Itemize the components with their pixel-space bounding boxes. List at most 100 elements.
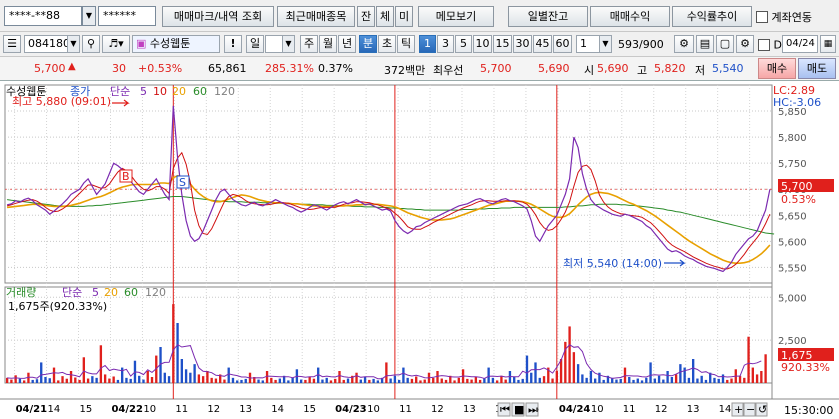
high-annotation: 최고 5,880 (09:01)	[12, 95, 111, 108]
date-input[interactable]: 04/24	[782, 35, 818, 53]
volume-bar	[628, 377, 631, 383]
period-second-button[interactable]: 초	[378, 35, 396, 53]
memo-view-button[interactable]: 메모보기	[418, 6, 494, 27]
volume-bar	[244, 378, 247, 383]
tools-icon[interactable]: ⚙	[674, 35, 694, 53]
account-dropdown-button[interactable]: ▼	[82, 6, 96, 26]
ma120-legend: 120	[214, 85, 235, 98]
time-tick-label: 13	[239, 404, 252, 415]
time-display: 15:30:00	[784, 404, 833, 417]
volume-bar	[730, 378, 733, 383]
stock-code-input[interactable]: 084180 ▼	[24, 35, 80, 53]
nav-first-icon: ⏮	[500, 403, 510, 416]
period-day-button[interactable]: 일	[246, 35, 264, 53]
plus-icon: +	[734, 403, 743, 416]
balance-tab[interactable]: 잔	[357, 6, 375, 27]
volume-bar	[743, 377, 746, 383]
volume-bar	[163, 372, 166, 383]
volume-tick-label: 2,500	[778, 336, 807, 347]
volume-legend-name: 거래량	[6, 286, 36, 299]
password-field[interactable]: ******	[98, 6, 156, 26]
volume-bar	[632, 379, 635, 383]
quote-bar: 5,700 ▲ 30 +0.53% 65,861 285.31% 0.37% 3…	[0, 57, 839, 81]
volume-bar	[423, 379, 426, 383]
gear-icon[interactable]: ⚙	[736, 35, 754, 53]
volume-bar	[495, 380, 499, 383]
volume-bar	[521, 378, 524, 383]
volume-bar	[48, 378, 51, 383]
interval-value-select[interactable]: 1 ▼	[576, 35, 612, 53]
search-icon[interactable]: ⚲	[82, 35, 100, 53]
period-week-button[interactable]: 주	[300, 35, 318, 53]
account-number-field[interactable]: ****-**88	[4, 6, 82, 26]
save-icon[interactable]: ▢	[716, 35, 734, 53]
daily-balance-button[interactable]: 일별잔고	[508, 6, 588, 27]
volume-bar	[653, 378, 656, 383]
interval-button-60[interactable]: 60	[553, 35, 572, 53]
volume-bar	[410, 378, 414, 383]
buy-button[interactable]: 매수	[758, 58, 796, 79]
volume-bar	[201, 376, 205, 383]
date-checkbox[interactable]: D	[758, 38, 782, 52]
period-month-button[interactable]: 월	[319, 35, 337, 53]
volume-bar	[359, 379, 362, 383]
open-price: 5,690	[597, 62, 629, 75]
alert-button[interactable]: !	[224, 35, 242, 53]
low-annotation: 최저 5,540 (14:00)	[563, 257, 662, 270]
chevron-down-icon[interactable]: ▼	[282, 36, 294, 52]
pending-tab[interactable]: 미	[395, 6, 413, 27]
volume-bar	[78, 379, 81, 383]
recent-trade-items-button[interactable]: 최근매매종목	[277, 6, 355, 27]
volume-bar	[593, 378, 597, 383]
chevron-down-icon[interactable]: ▼	[67, 36, 79, 52]
volume-bar	[312, 378, 316, 383]
volume-bar	[31, 379, 34, 383]
volume-bar	[69, 371, 73, 383]
stock-name-field[interactable]: ▣ 수성웹툰	[132, 35, 220, 53]
volume-ratio: 285.31%	[265, 62, 314, 75]
volume-bar	[184, 369, 188, 383]
trade-profit-button[interactable]: 매매수익	[590, 6, 670, 27]
price-chart-legend-matype: 단순	[110, 85, 130, 98]
layout-icon[interactable]: ▤	[696, 35, 714, 53]
trade-mark-history-button[interactable]: 매매마크/내역 조회	[162, 6, 274, 27]
return-trend-button[interactable]: 수익률추이	[672, 6, 752, 27]
interval-button-30[interactable]: 30	[513, 35, 532, 53]
time-tick-label: 11	[399, 404, 412, 415]
volume-bar	[530, 372, 533, 383]
calendar-icon[interactable]: ▦	[820, 35, 836, 53]
chart-menu-icon[interactable]: ☰	[3, 35, 21, 53]
time-tick-label: 10	[591, 404, 604, 415]
sell-button[interactable]: 매도	[798, 58, 836, 79]
period-tick-button[interactable]: 틱	[397, 35, 415, 53]
speaker-icon[interactable]: ♬▾	[102, 35, 130, 53]
interval-button-3[interactable]: 3	[437, 35, 454, 53]
volume-bar	[738, 375, 742, 383]
buy-marker[interactable]: B	[119, 169, 133, 183]
price-tick-label: 5,550	[778, 263, 807, 274]
volume-bar	[666, 371, 669, 383]
checkbox-box[interactable]	[756, 11, 768, 23]
checkbox-box[interactable]	[758, 39, 770, 51]
sell-marker[interactable]: S	[176, 175, 190, 189]
volume-bar	[223, 379, 226, 383]
interval-button-10[interactable]: 10	[473, 35, 492, 53]
volume-bar	[453, 380, 456, 383]
price-volume-chart[interactable]: 5,8505,8005,7505,7005,6505,6005,5505,000…	[0, 81, 839, 419]
period-year-button[interactable]: 년	[338, 35, 356, 53]
volume-bar	[95, 377, 98, 383]
volume-bar	[14, 375, 17, 383]
interval-button-1[interactable]: 1	[419, 35, 436, 53]
interval-button-5[interactable]: 5	[455, 35, 472, 53]
volume-bar	[385, 362, 388, 383]
volume-bar	[589, 371, 593, 383]
period-number-select[interactable]: 1 ▼	[265, 35, 295, 53]
volume-bar	[372, 378, 375, 383]
executed-tab[interactable]: 체	[376, 6, 394, 27]
chevron-down-icon[interactable]: ▼	[599, 36, 611, 52]
account-link-checkbox[interactable]: 계좌연동	[756, 9, 812, 25]
interval-button-15[interactable]: 15	[493, 35, 512, 53]
period-minute-button[interactable]: 분	[359, 35, 377, 53]
interval-button-45[interactable]: 45	[533, 35, 552, 53]
volume-bar	[534, 362, 537, 383]
